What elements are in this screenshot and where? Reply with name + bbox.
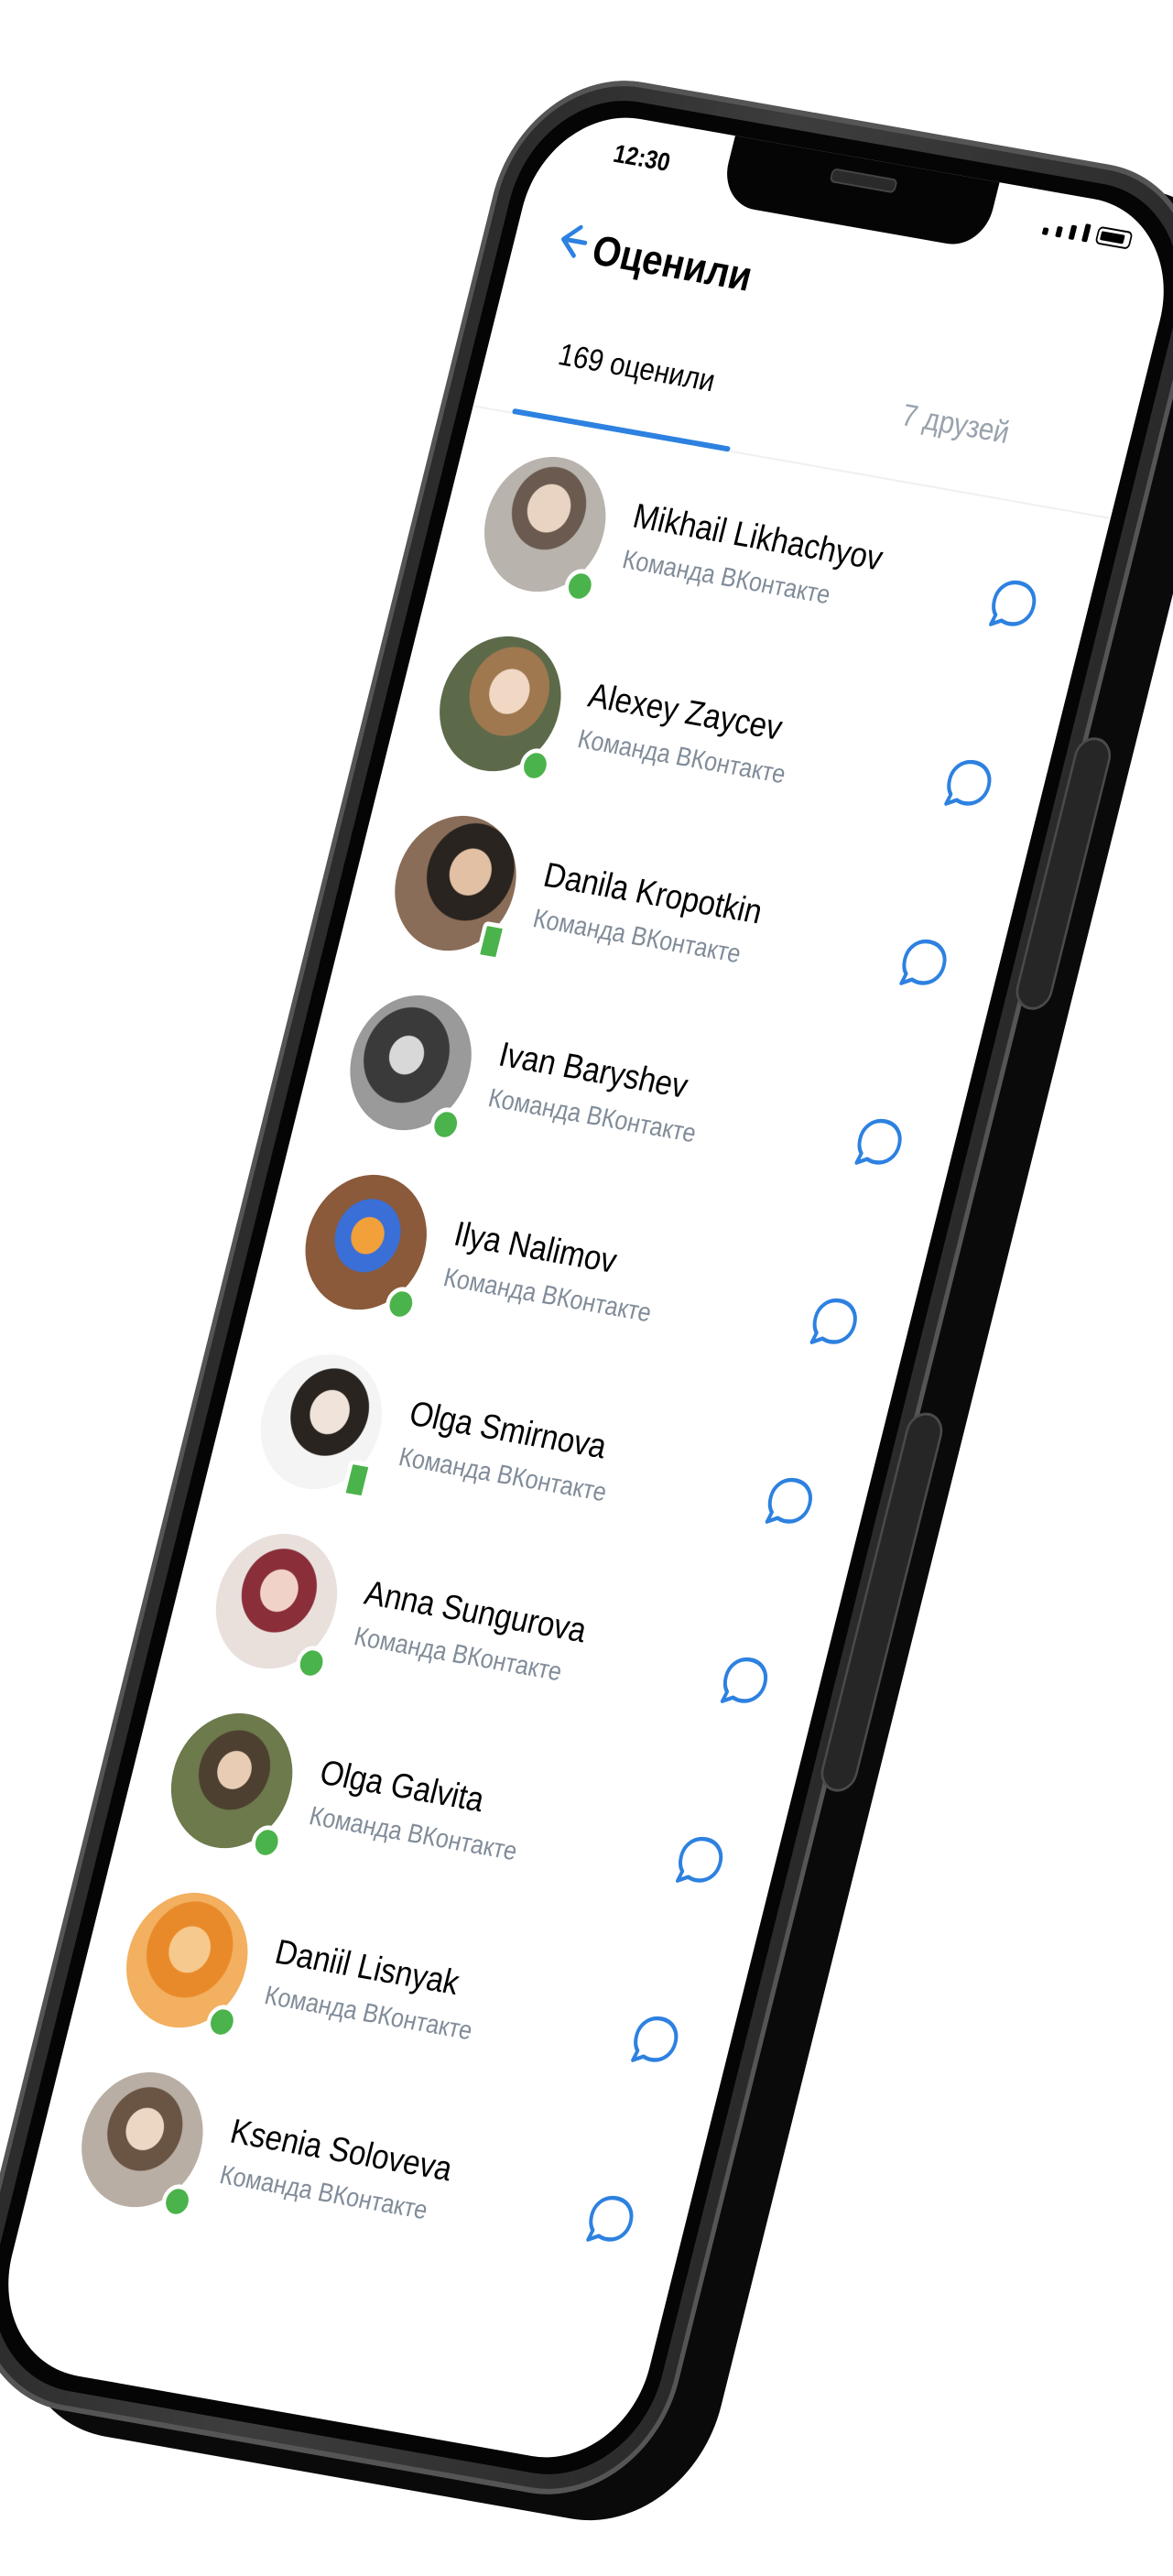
avatar[interactable] <box>380 806 531 961</box>
message-button[interactable] <box>712 1648 778 1716</box>
avatar-photo <box>201 1524 352 1679</box>
message-button[interactable] <box>981 571 1047 639</box>
message-bubble-icon <box>720 1657 768 1703</box>
stage: 12:30 Оценили 169 оценили 7 друзей Mikha… <box>0 0 1173 2576</box>
avatar[interactable] <box>470 447 621 602</box>
message-button[interactable] <box>846 1110 912 1178</box>
earpiece-speaker <box>829 168 898 194</box>
signal-bar-4 <box>1081 223 1092 243</box>
tab-liked-label: 169 оценили <box>555 337 719 399</box>
message-bubble-icon <box>631 2016 679 2062</box>
message-button[interactable] <box>936 751 1002 819</box>
avatar[interactable] <box>290 1165 441 1320</box>
avatar-photo <box>470 447 621 602</box>
message-button[interactable] <box>623 2007 689 2075</box>
avatar-photo <box>425 626 576 781</box>
message-button[interactable] <box>801 1289 867 1357</box>
status-time: 12:30 <box>610 138 674 177</box>
message-bubble-icon <box>675 1836 723 1883</box>
user-subtitle: Команда ВКонтакте <box>306 1801 520 1867</box>
avatar-photo <box>335 985 486 1140</box>
avatar[interactable] <box>425 626 576 781</box>
avatar[interactable] <box>67 2062 218 2217</box>
message-bubble-icon <box>944 759 992 806</box>
page-title: Оценили <box>587 225 757 300</box>
signal-bar-2 <box>1055 225 1063 238</box>
tab-friends-label: 7 друзей <box>897 397 1014 451</box>
message-bubble-icon <box>899 939 947 985</box>
avatar[interactable] <box>157 1703 307 1858</box>
avatar-photo <box>157 1703 307 1858</box>
message-bubble-icon <box>809 1298 857 1344</box>
message-button[interactable] <box>891 930 957 998</box>
avatar-photo <box>246 1344 396 1499</box>
message-bubble-icon <box>989 580 1037 626</box>
status-icons <box>1041 217 1134 250</box>
avatar[interactable] <box>112 1883 263 2038</box>
avatar[interactable] <box>246 1344 396 1499</box>
message-bubble-icon <box>854 1118 902 1165</box>
user-subtitle: Команда ВКонтакте <box>440 1263 655 1329</box>
message-bubble-icon <box>586 2195 634 2242</box>
message-button[interactable] <box>668 1828 733 1896</box>
message-bubble-icon <box>765 1477 812 1524</box>
battery-icon <box>1094 225 1134 250</box>
avatar-photo <box>380 806 531 961</box>
avatar-photo <box>290 1165 441 1320</box>
avatar-photo <box>67 2062 218 2217</box>
avatar-photo <box>112 1883 263 2038</box>
avatar[interactable] <box>201 1524 352 1679</box>
avatar[interactable] <box>335 985 486 1140</box>
phone-device: 12:30 Оценили 169 оценили 7 друзей Mikha… <box>0 61 1173 2539</box>
message-button[interactable] <box>578 2187 644 2255</box>
message-button[interactable] <box>756 1469 822 1537</box>
signal-bar-1 <box>1041 227 1049 235</box>
signal-bar-3 <box>1068 224 1078 241</box>
